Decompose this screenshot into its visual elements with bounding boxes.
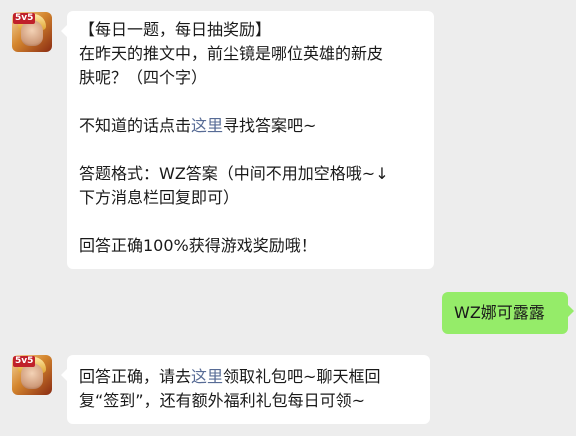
msg1-line-1: 在昨天的推文中，前尘镜是哪位英雄的新皮: [79, 44, 384, 63]
gift-link[interactable]: 这里: [191, 367, 223, 386]
message-bubble-question[interactable]: 【每日一题，每日抽奖励】 在昨天的推文中，前尘镜是哪位英雄的新皮 肤呢？（四个字…: [61, 11, 434, 269]
user-reply-text: WZ娜可露露: [454, 303, 545, 322]
msg3-line-1: 复“签到”，还有额外福利礼包每日可领~: [79, 391, 365, 410]
msg1-spacer: [79, 210, 422, 234]
message-bubble-user-reply[interactable]: WZ娜可露露: [442, 292, 574, 334]
msg1-line-9: 回答正确100%获得游戏奖励哦！: [79, 236, 317, 255]
confirm-text-after: 领取礼包吧~聊天框回: [223, 367, 381, 386]
msg1-line-2: 肤呢？（四个字）: [79, 68, 208, 87]
hint-text-before: 不知道的话点击: [79, 116, 192, 135]
message-bubble-confirmation[interactable]: 回答正确，请去这里领取礼包吧~聊天框回 复“签到”，还有额外福利礼包每日可领~: [61, 355, 430, 424]
answer-link[interactable]: 这里: [191, 116, 223, 135]
confirm-text-before: 回答正确，请去: [79, 367, 192, 386]
official-account-avatar[interactable]: 5v5: [12, 355, 52, 395]
msg1-spacer: [79, 90, 422, 114]
avatar-badge: 5v5: [13, 13, 36, 24]
avatar-badge: 5v5: [13, 356, 36, 367]
msg1-line-0: 【每日一题，每日抽奖励】: [79, 20, 272, 39]
msg1-line-6: 答题格式：WZ答案（中间不用加空格哦~↓: [79, 164, 389, 183]
msg1-spacer: [79, 138, 422, 162]
msg3-line-0: 回答正确，请去这里领取礼包吧~聊天框回: [79, 365, 418, 389]
hint-text-after: 寻找答案吧~: [223, 116, 317, 135]
msg1-line-4: 不知道的话点击这里寻找答案吧~: [79, 114, 422, 138]
official-account-avatar[interactable]: 5v5: [12, 12, 52, 52]
msg1-line-7: 下方消息栏回复即可）: [79, 188, 240, 207]
